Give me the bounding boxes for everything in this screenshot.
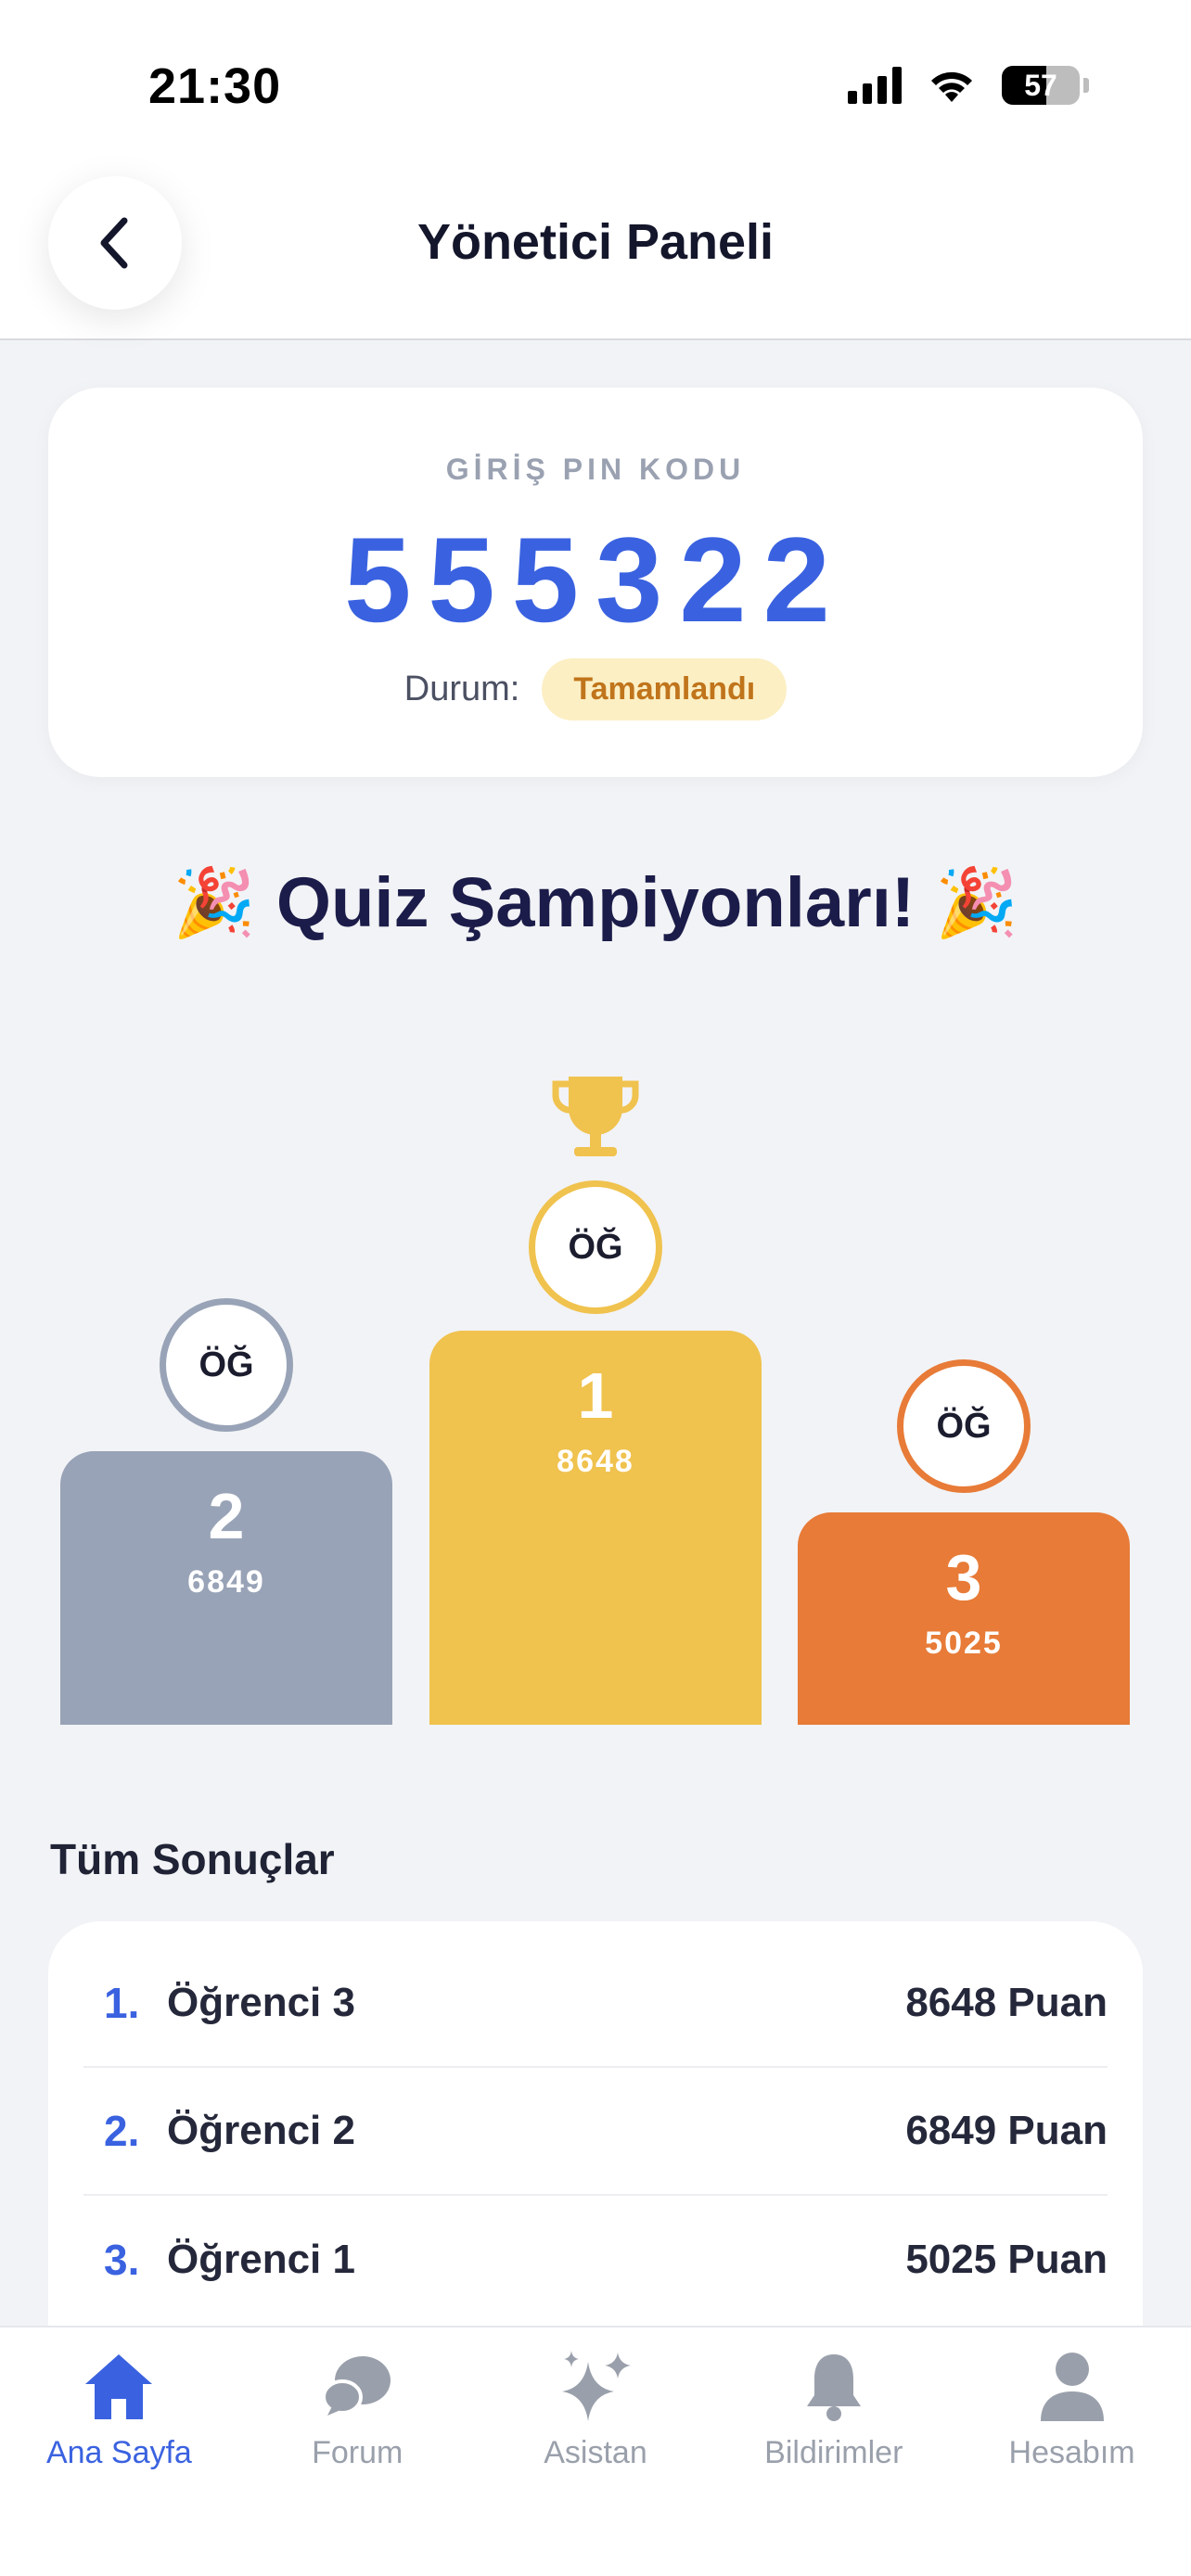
- podium-score: 6849: [187, 1564, 265, 1600]
- avatar: ÖĞ: [529, 1180, 662, 1314]
- party-popper-icon: 🎉: [173, 866, 256, 940]
- top-bar: 21:30 57 Yönetici Paneli: [0, 0, 1191, 340]
- result-rank: 3.: [104, 2236, 140, 2284]
- person-icon: [1032, 2346, 1112, 2426]
- avatar: ÖĞ: [160, 1298, 293, 1432]
- result-row[interactable]: 1. Öğrenci 3 8648 Puan: [83, 1940, 1108, 2068]
- podium-first: ÖĞ 1 8648: [429, 1071, 762, 1725]
- podium-rank: 3: [945, 1541, 982, 1613]
- chat-icon: [317, 2346, 397, 2426]
- bottom-nav: Ana Sayfa Forum Asistan Bildirimler Hesa…: [0, 2326, 1191, 2576]
- status-icons: 57: [848, 61, 1089, 109]
- trophy-icon: [552, 1077, 639, 1156]
- battery-icon: 57: [1002, 66, 1080, 105]
- pin-card: GİRİŞ PIN KODU 555322 Durum: Tamamlandı: [48, 388, 1143, 777]
- result-rank: 2.: [104, 2107, 140, 2155]
- podium-bar-second: 2 6849: [60, 1451, 392, 1725]
- podium-score: 5025: [925, 1626, 1003, 1661]
- status-row: Durum: Tamamlandı: [48, 658, 1143, 721]
- podium-score: 8648: [557, 1444, 634, 1479]
- battery-level: 57: [1024, 68, 1057, 102]
- podium-third: ÖĞ 3 5025: [798, 1359, 1130, 1725]
- result-points: 5025 Puan: [905, 2237, 1108, 2282]
- status-badge: Tamamlandı: [542, 658, 788, 721]
- status-label: Durum:: [403, 670, 520, 708]
- pin-label: GİRİŞ PIN KODU: [445, 453, 746, 486]
- podium-second: ÖĞ 2 6849: [60, 1298, 392, 1725]
- podium-rank: 1: [577, 1359, 614, 1432]
- podium-bar-third: 3 5025: [798, 1512, 1130, 1725]
- nav-label: Forum: [312, 2435, 403, 2470]
- champions-heading: Quiz Şampiyonları!: [275, 863, 916, 942]
- page-title: Yönetici Paneli: [416, 214, 775, 270]
- nav-label: Asistan: [544, 2435, 647, 2470]
- results-title: Tüm Sonuçlar: [50, 1835, 335, 1883]
- wifi-icon: [931, 71, 972, 102]
- nav-item-assistant[interactable]: Asistan: [477, 2327, 715, 2576]
- result-rank: 1.: [104, 1979, 140, 2027]
- result-name: Öğrenci 2: [167, 2108, 355, 2153]
- nav-item-home[interactable]: Ana Sayfa: [0, 2327, 238, 2576]
- sparkle-icon: [556, 2346, 635, 2426]
- result-row[interactable]: 3. Öğrenci 1 5025 Puan: [83, 2196, 1108, 2324]
- battery-tip: [1083, 78, 1089, 93]
- nav-item-account[interactable]: Hesabım: [953, 2327, 1191, 2576]
- podium-bar-first: 1 8648: [429, 1331, 762, 1725]
- result-row[interactable]: 2. Öğrenci 2 6849 Puan: [83, 2068, 1108, 2196]
- nav-label: Hesabım: [1008, 2435, 1135, 2470]
- signal-icon: [848, 67, 902, 104]
- nav-label: Bildirimler: [764, 2435, 903, 2470]
- party-popper-icon: 🎉: [935, 866, 1018, 940]
- pin-code: 555322: [344, 512, 847, 647]
- champions-title: 🎉 Quiz Şampiyonları! 🎉: [0, 862, 1191, 943]
- home-icon: [79, 2346, 159, 2426]
- result-name: Öğrenci 1: [167, 2237, 355, 2282]
- status-time: 21:30: [148, 58, 282, 114]
- result-name: Öğrenci 3: [167, 1980, 355, 2025]
- nav-label: Ana Sayfa: [45, 2435, 192, 2470]
- nav-item-forum[interactable]: Forum: [238, 2327, 477, 2576]
- bell-icon: [794, 2346, 874, 2426]
- result-points: 6849 Puan: [905, 2108, 1108, 2153]
- avatar: ÖĞ: [897, 1359, 1031, 1493]
- podium-rank: 2: [208, 1480, 245, 1552]
- nav-item-notifications[interactable]: Bildirimler: [714, 2327, 953, 2576]
- result-points: 8648 Puan: [905, 1980, 1108, 2025]
